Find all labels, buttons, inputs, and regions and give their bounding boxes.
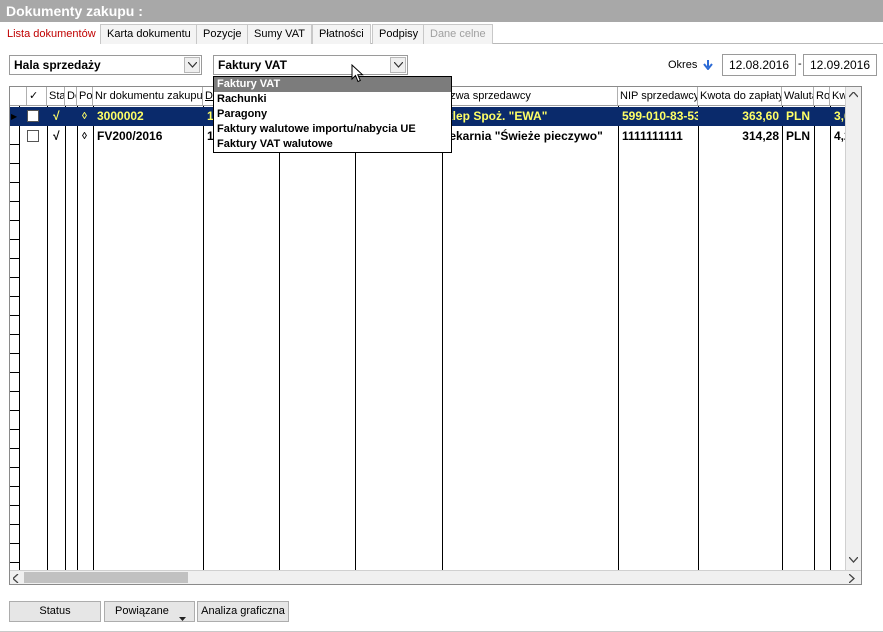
tab-platnosci[interactable]: Płatności	[312, 24, 371, 44]
row-indicator-tick	[10, 315, 20, 316]
kwota-do-zaplaty-cell: 363,60	[742, 109, 779, 123]
column-header-nr-dokumentu[interactable]: Nr dokumentu zakupu	[93, 87, 203, 105]
tab-dane-celne: Dane celne	[423, 24, 493, 44]
horizontal-scrollbar[interactable]	[10, 570, 861, 584]
option-faktury-vat-walutowe[interactable]: Faktury VAT walutowe	[214, 137, 451, 152]
nazwa-sprzedawcy-cell: klep Spoż. "EWA"	[446, 109, 548, 123]
row-indicator-tick	[10, 429, 20, 430]
column-header-de[interactable]: De	[65, 87, 77, 105]
column-header-ro[interactable]: Ro:	[814, 87, 830, 105]
tab-pozycje[interactable]: Pozycje	[196, 24, 249, 44]
column-header-check[interactable]: ✓	[27, 87, 47, 105]
window-title: Dokumenty zakupu :	[0, 0, 883, 22]
period-label: Okres	[668, 59, 698, 71]
tab-lista-dokumentow[interactable]: Lista dokumentów	[0, 24, 103, 45]
powiazane-button[interactable]: Powiązane	[104, 601, 195, 622]
nr-dokumentu-cell: 3000002	[97, 109, 144, 123]
powiazane-button-label: Powiązane	[115, 605, 169, 617]
column-header-waluta[interactable]: Waluta	[782, 87, 814, 105]
tab-bar: Lista dokumentów Karta dokumentu Pozycje…	[0, 24, 883, 45]
option-faktury-vat[interactable]: Faktury VAT	[214, 77, 451, 92]
nazwa-sprzedawcy-cell: iekarnia "Świeże pieczywo"	[446, 129, 603, 143]
row-indicator-tick	[10, 467, 20, 468]
row-indicator-tick	[10, 410, 20, 411]
scroll-down-icon[interactable]	[848, 554, 859, 566]
chevron-down-icon[interactable]	[184, 57, 200, 73]
nr-dokumentu-cell: FV200/2016	[97, 129, 163, 143]
document-type-combobox-value: Faktury VAT	[218, 58, 287, 72]
sort-down-arrow-icon[interactable]	[703, 60, 713, 73]
option-faktury-walutowe-importu[interactable]: Faktury walutowe importu/nabycia UE	[214, 122, 451, 137]
row-indicator-tick	[10, 448, 20, 449]
location-combobox-value: Hala sprzedaży	[14, 58, 101, 72]
po-cell: ◊	[82, 131, 87, 142]
tab-podpisy[interactable]: Podpisy	[372, 24, 426, 44]
scroll-up-icon[interactable]	[848, 89, 859, 101]
row-indicator-column	[10, 106, 20, 570]
row-indicator-tick	[10, 524, 20, 525]
status-button[interactable]: Status	[9, 601, 101, 622]
column-header-nazwa-sprzedawcy[interactable]: azwa sprzedawcy	[442, 87, 618, 105]
document-type-combobox[interactable]: Faktury VAT	[213, 55, 408, 75]
row-indicator-tick	[10, 220, 20, 221]
waluta-cell: PLN	[786, 109, 810, 123]
row-indicator-tick	[10, 505, 20, 506]
caret-down-icon	[179, 609, 186, 628]
tab-karta-dokumentu[interactable]: Karta dokumentu	[100, 24, 198, 44]
analiza-graficzna-button[interactable]: Analiza graficzna	[197, 601, 289, 622]
scroll-right-icon[interactable]	[848, 573, 855, 584]
option-rachunki[interactable]: Rachunki	[214, 92, 451, 107]
current-row-pointer-icon: ▶	[11, 112, 18, 121]
nip-cell: 599-010-83-53	[622, 109, 698, 123]
document-type-dropdown-list: Faktury VAT Rachunki Paragony Faktury wa…	[213, 76, 452, 153]
scroll-left-icon[interactable]	[12, 573, 19, 584]
date-separator: -	[798, 58, 802, 70]
row-indicator-tick	[10, 296, 20, 297]
row-indicator-tick	[10, 562, 20, 563]
row-indicator-tick	[10, 163, 20, 164]
row-indicator-tick	[10, 182, 20, 183]
row-indicator-tick	[10, 486, 20, 487]
waluta-cell: PLN	[786, 129, 810, 143]
row-indicator-tick	[10, 239, 20, 240]
kwota-do-zaplaty-cell: 314,28	[742, 129, 779, 143]
row-indicator-tick	[10, 334, 20, 335]
chevron-down-icon[interactable]	[390, 57, 406, 73]
row-indicator-tick	[10, 391, 20, 392]
mouse-cursor-icon	[351, 63, 365, 87]
row-indicator-tick	[10, 372, 20, 373]
location-combobox[interactable]: Hala sprzedaży	[9, 55, 202, 75]
row-indicator-tick	[10, 201, 20, 202]
status-cell: √	[53, 129, 60, 143]
column-header-kwota-do-zaplaty[interactable]: Kwota do zapłaty	[698, 87, 782, 105]
row-indicator-tick	[10, 543, 20, 544]
column-header-status[interactable]: Sta	[47, 87, 65, 105]
horizontal-scroll-thumb[interactable]	[24, 572, 188, 583]
row-indicator-tick	[10, 258, 20, 259]
row-checkbox[interactable]	[27, 110, 39, 122]
date-to-field[interactable]: 12.09.2016	[803, 54, 877, 76]
po-cell: ◊	[82, 111, 87, 122]
vertical-scrollbar[interactable]	[845, 87, 861, 570]
column-header-po[interactable]: Po:	[77, 87, 93, 105]
column-header-nip[interactable]: NIP sprzedawcy	[618, 87, 698, 105]
date-from-field[interactable]: 12.08.2016	[722, 54, 796, 76]
nip-cell: 1111111111	[622, 129, 683, 143]
row-indicator-tick	[10, 353, 20, 354]
status-cell: √	[53, 109, 60, 123]
documents-grid[interactable]: ✓ Sta De Po: Nr dokumentu zakupu D azwa …	[9, 86, 862, 585]
tab-sumy-vat[interactable]: Sumy VAT	[247, 24, 312, 44]
row-indicator-tick	[10, 277, 20, 278]
option-paragony[interactable]: Paragony	[214, 107, 451, 122]
row-checkbox[interactable]	[27, 130, 39, 142]
